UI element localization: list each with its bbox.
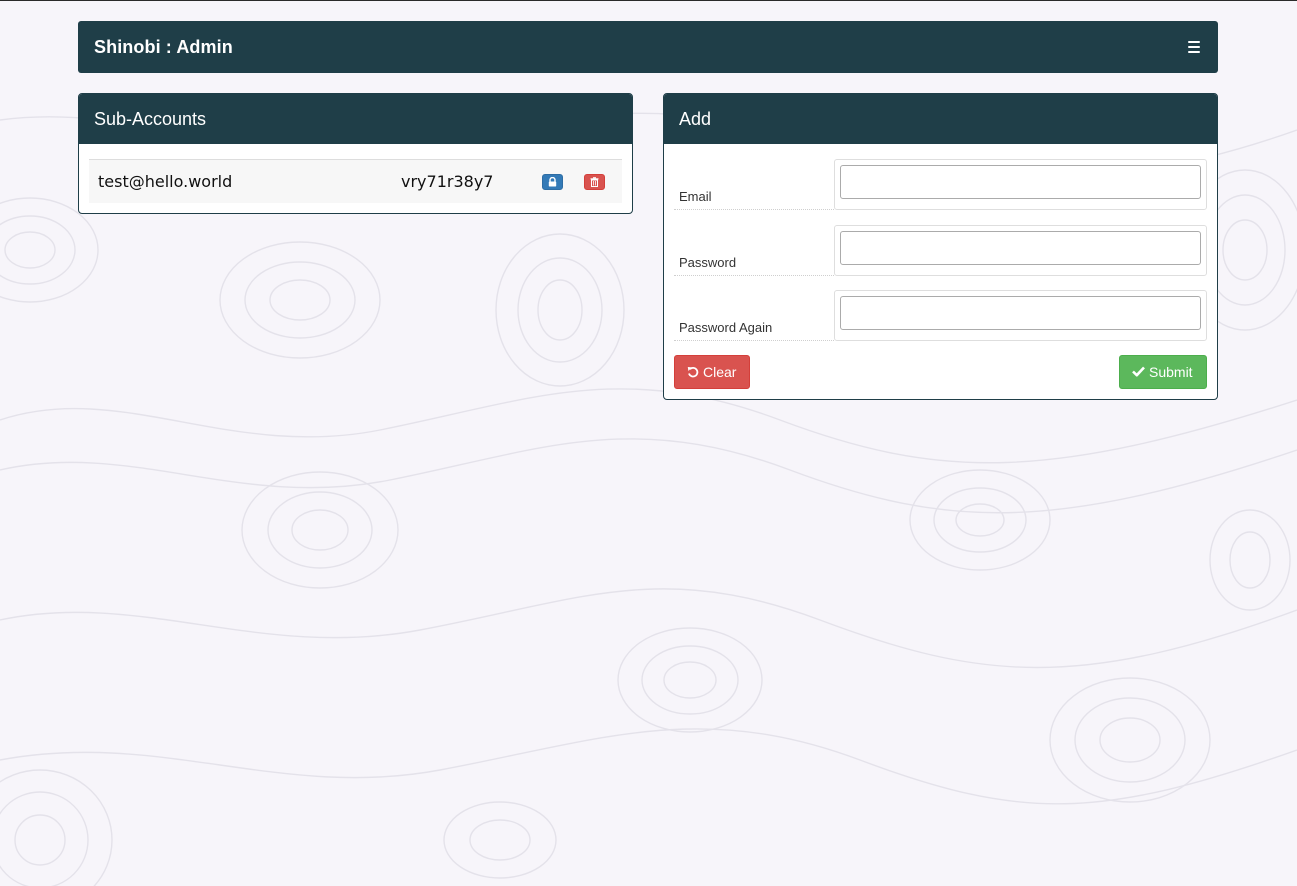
password-again-row: Password Again: [674, 290, 1207, 341]
email-field-wrapper: [834, 159, 1207, 210]
undo-icon: [687, 366, 699, 377]
password-label: Password: [674, 225, 834, 276]
password-again-label: Password Again: [674, 290, 834, 341]
add-account-panel: Add Email Password Password Again Clear …: [663, 93, 1218, 400]
trash-icon: [590, 177, 599, 187]
lock-icon: [548, 177, 557, 187]
email-field[interactable]: [840, 165, 1201, 199]
lock-account-button[interactable]: [542, 174, 563, 190]
top-border: [0, 0, 1297, 1]
password-field[interactable]: [840, 230, 1201, 265]
add-panel-title: Add: [679, 108, 712, 129]
check-icon: [1132, 366, 1145, 377]
sub-accounts-panel-header: Sub-Accounts: [79, 94, 632, 144]
password-again-field[interactable]: [840, 296, 1201, 330]
add-account-form: Email Password Password Again Clear Subm…: [664, 144, 1217, 389]
top-navbar: Shinobi : Admin: [78, 21, 1218, 73]
sub-accounts-panel: Sub-Accounts test@hello.world vry71r38y7: [78, 93, 633, 214]
hamburger-menu-icon[interactable]: [1186, 40, 1202, 54]
app-title: Shinobi : Admin: [94, 36, 233, 57]
email-label: Email: [674, 159, 834, 210]
submit-button-label: Submit: [1149, 363, 1193, 380]
list-item: test@hello.world vry71r38y7: [89, 159, 622, 203]
password-row: Password: [674, 224, 1207, 276]
delete-account-button[interactable]: [584, 174, 605, 190]
submit-button[interactable]: Submit: [1119, 354, 1207, 389]
password-again-field-wrapper: [834, 290, 1207, 341]
sub-accounts-list: test@hello.world vry71r38y7: [79, 144, 632, 213]
sub-accounts-title: Sub-Accounts: [94, 108, 207, 129]
email-row: Email: [674, 159, 1207, 210]
account-password: vry71r38y7: [401, 172, 494, 191]
form-actions: Clear Submit: [674, 354, 1207, 389]
add-panel-header: Add: [664, 94, 1217, 144]
clear-button-label: Clear: [703, 363, 737, 380]
clear-button[interactable]: Clear: [674, 354, 750, 389]
account-email: test@hello.world: [98, 172, 233, 191]
password-field-wrapper: [834, 224, 1207, 276]
